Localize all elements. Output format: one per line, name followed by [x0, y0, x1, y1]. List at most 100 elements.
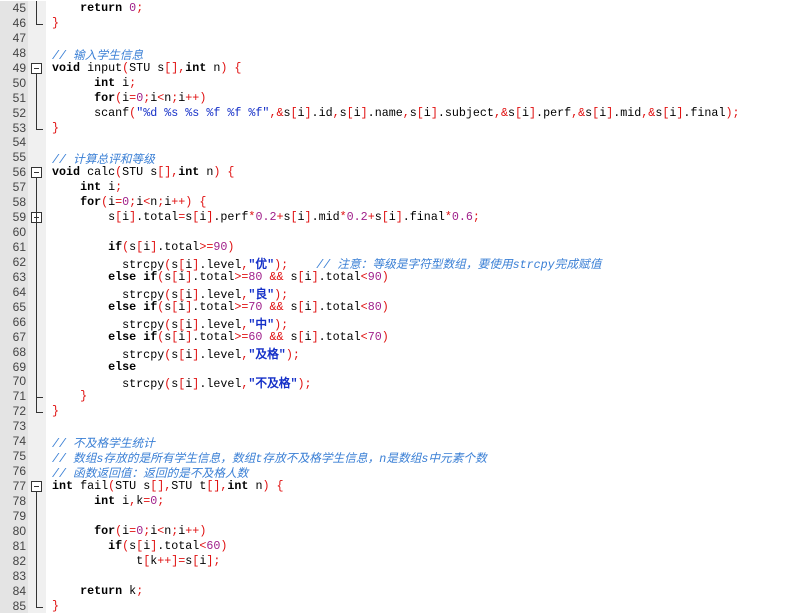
fold-end-icon [36, 598, 43, 608]
keyword: if [143, 269, 158, 284]
code-line[interactable]: 55// 计算总评和等级 [0, 150, 789, 167]
keyword: if [108, 240, 123, 254]
text [269, 479, 276, 493]
text [52, 195, 80, 209]
code-line[interactable]: 79 [0, 508, 789, 524]
code-line[interactable]: 56 void calc(STU s[],int n) { [0, 165, 789, 181]
fold-line [36, 1, 37, 16]
line-number: 73 [0, 419, 28, 435]
code-line[interactable]: 71 } [0, 389, 789, 405]
code-line[interactable]: 72} [0, 404, 789, 420]
code-line[interactable]: 49 void input(STU s[],int n) { [0, 60, 789, 76]
fold-margin [28, 419, 46, 435]
text [52, 524, 94, 538]
code-line[interactable]: 47 [0, 30, 789, 46]
fold-margin [28, 449, 46, 465]
fold-line [36, 210, 37, 226]
line-number: 56 [0, 165, 28, 181]
operator: ; [136, 583, 144, 598]
code-line[interactable]: 81 if(s[i].total<60) [0, 538, 789, 554]
line-number: 71 [0, 389, 28, 405]
fold-margin [28, 553, 46, 569]
fold-margin [28, 508, 46, 524]
operator: } [52, 15, 60, 30]
keyword: else [108, 299, 137, 314]
code-line[interactable]: 66 strcpy(s[i].level,"中"); [0, 314, 789, 332]
operator: ] [311, 329, 319, 344]
code-line[interactable]: 63 else if(s[i].total>=80 && s[i].total<… [0, 269, 789, 285]
operator: } [52, 598, 60, 613]
fold-margin [28, 60, 46, 76]
code-line[interactable]: 75// 数组s存放的是所有学生信息，数组t存放不及格学生信息，n是数组s中元素… [0, 449, 789, 466]
identifier: total [164, 240, 200, 254]
fold-line [36, 75, 37, 91]
code-line[interactable]: 78 int i,k=0; [0, 493, 789, 509]
fold-end-icon [36, 120, 43, 130]
identifier: total [199, 329, 235, 344]
code-text: } [52, 599, 59, 613]
code-line[interactable]: 64 strcpy(s[i].level,"良"); [0, 284, 789, 302]
operator: [ [381, 210, 389, 225]
code-text: return 0; [52, 1, 143, 15]
text [52, 210, 108, 224]
fold-margin [28, 374, 46, 390]
code-line[interactable]: 82 t[k++]=s[i]; [0, 553, 789, 569]
code-line[interactable]: 51 for(i=0;i<n;i++) [0, 90, 789, 106]
text [52, 554, 136, 568]
code-line[interactable]: 58 for(i=0;i<n;i++) { [0, 195, 789, 211]
code-line[interactable]: 54 [0, 135, 789, 151]
fold-line [36, 329, 37, 345]
code-text: return k; [52, 584, 143, 598]
code-line[interactable]: 53} [0, 120, 789, 136]
code-line[interactable]: 46} [0, 15, 789, 31]
code-line[interactable]: 60 [0, 225, 789, 240]
line-number: 63 [0, 269, 28, 285]
code-line[interactable]: 61 if(s[i].total>=90) [0, 240, 789, 255]
fold-margin [28, 30, 46, 46]
code-line[interactable]: 85} [0, 598, 789, 614]
code-line[interactable]: 62 strcpy(s[i].level,"优"); // 注意：等级是字符型数… [0, 254, 789, 272]
code-text: } [52, 389, 87, 403]
code-line[interactable]: 50 int i; [0, 75, 789, 91]
identifier: total [164, 538, 200, 553]
code-line[interactable]: 76// 函数返回值：返回的是不及格人数 [0, 464, 789, 481]
code-line[interactable]: 59 s[i].total=s[i].perf*0.2+s[i].mid*0.2… [0, 210, 789, 226]
code-line[interactable]: 80 for(i=0;i<n;i++) [0, 523, 789, 539]
operator: + [276, 210, 284, 225]
line-number: 72 [0, 404, 28, 420]
code-line[interactable]: 77 int fail(STU s[],STU t[],int n) { [0, 479, 789, 494]
code-line[interactable]: 74// 不及格学生统计 [0, 434, 789, 451]
code-line[interactable]: 45 return 0; [0, 1, 789, 16]
identifier: i [297, 210, 305, 225]
code-line[interactable]: 68 strcpy(s[i].level,"及格"); [0, 344, 789, 362]
code-line[interactable]: 69 else [0, 359, 789, 375]
identifier: id [318, 105, 333, 120]
identifier: i [304, 269, 312, 284]
fold-line [36, 254, 37, 270]
operator: && [269, 269, 284, 284]
code-line[interactable]: 57 int i; [0, 180, 789, 196]
code-line[interactable]: 48// 输入学生信息 [0, 45, 789, 63]
code-line[interactable]: 70 strcpy(s[i].level,"不及格"); [0, 374, 789, 391]
operator: ] [430, 105, 438, 120]
code-editor[interactable]: 45 return 0; 46} 47 48// 输入学生信息 49 void input… [0, 1, 789, 614]
code-text: for(i=0;i<n;i++) [52, 524, 206, 538]
operator: ++) [171, 195, 193, 210]
code-line[interactable]: 65 else if(s[i].total>=70 && s[i].total<… [0, 299, 789, 315]
code-line[interactable]: 83 [0, 568, 789, 584]
code-text: scanf("%d %s %s %f %f %f",&s[i].id,s[i].… [52, 105, 739, 120]
operator: [], [164, 60, 186, 75]
line-number: 67 [0, 329, 28, 345]
operator: } [52, 404, 60, 419]
line-number: 54 [0, 135, 28, 151]
operator: ; [115, 180, 123, 195]
fold-margin [28, 165, 46, 181]
code-line[interactable]: 67 else if(s[i].total>=60 && s[i].total<… [0, 329, 789, 345]
code-line[interactable]: 84 return k; [0, 583, 789, 599]
fold-margin [28, 344, 46, 360]
number-literal: 0.6 [451, 210, 473, 225]
identifier: total [199, 269, 235, 284]
code-line[interactable]: 52 scanf("%d %s %s %f %f %f",&s[i].id,s[… [0, 105, 789, 121]
line-number: 78 [0, 493, 28, 509]
code-line[interactable]: 73 [0, 419, 789, 435]
